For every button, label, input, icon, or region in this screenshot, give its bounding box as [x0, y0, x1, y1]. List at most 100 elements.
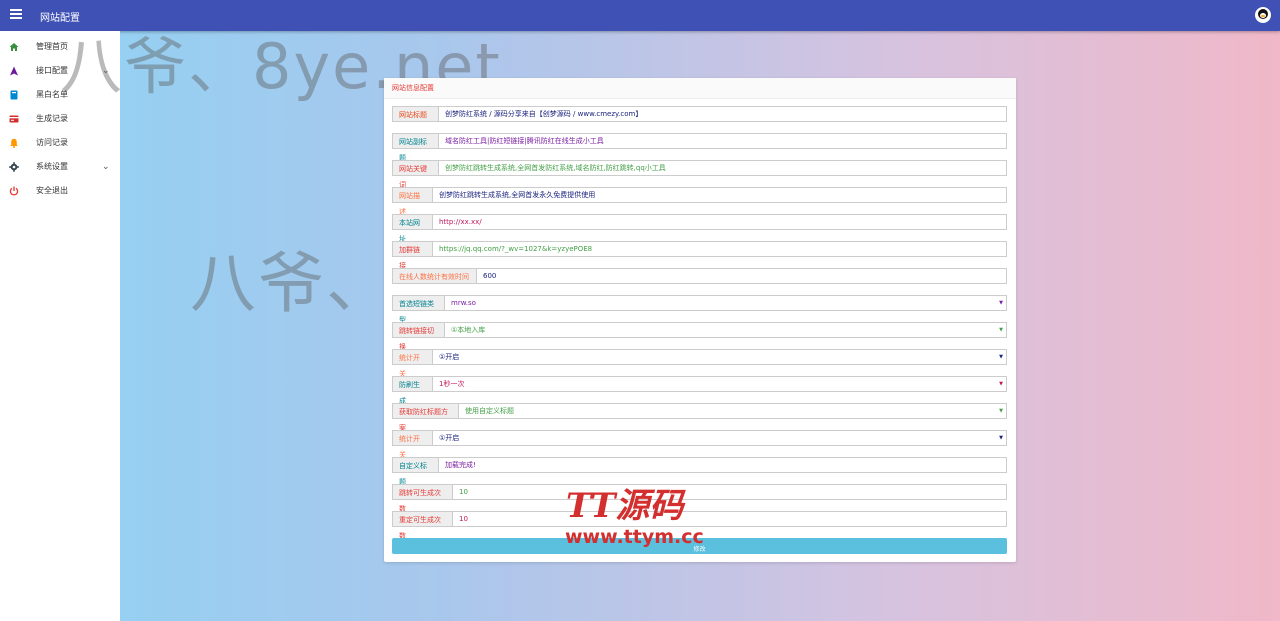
card-title: 网站信息配置 — [384, 78, 1016, 99]
select-field[interactable]: ①开启 ▼ — [432, 349, 1007, 365]
text-input[interactable]: 创梦防红跳转生成系统,全网首发防红系统,域名防红,防红跳转,qq小工具 — [438, 160, 1007, 176]
text-input[interactable]: https://jq.qq.com/?_wv=1027&k=yzyePOE8 — [432, 241, 1007, 257]
form-row: 网站关键词 创梦防红跳转生成系统,全网首发防红系统,域名防红,防红跳转,qq小工具 — [392, 160, 1007, 189]
text-input[interactable]: 创梦防红系统 / 源码分享来自【创梦源码 / www.cmezy.com】 — [438, 106, 1007, 122]
top-app-bar: 网站配置 — [0, 0, 1280, 31]
field-value: 1秒一次 — [439, 380, 465, 388]
power-icon — [9, 186, 19, 196]
sidebar-item-label: 系统设置 — [36, 162, 68, 171]
select-field[interactable]: ①本地入库 ▼ — [444, 322, 1007, 338]
brand-url: www.ttym.cc — [565, 526, 704, 548]
dropdown-caret-icon[interactable]: ▼ — [999, 431, 1003, 445]
field-value: ①开启 — [439, 434, 460, 442]
dropdown-caret-icon[interactable]: ▼ — [999, 323, 1003, 337]
form-row: 跳转链接切换 ①本地入库 ▼ — [392, 322, 1007, 351]
field-label: 在线人数统计有效时间 — [392, 268, 476, 284]
menu-icon[interactable] — [10, 9, 22, 19]
sidebar-item-api-config[interactable]: 接口配置 ⌄ — [0, 59, 120, 83]
field-value: 域名防红工具|防红短链接|腾讯防红在线生成小工具 — [445, 137, 604, 145]
field-label: 网站描述 — [392, 187, 432, 216]
field-label: 自定义标题 — [392, 457, 438, 486]
field-label: 跳转链接切换 — [392, 322, 444, 351]
field-value: 创梦防红跳转生成系统,全网首发永久免费提供使用 — [439, 191, 596, 199]
form-row: 加群链接 https://jq.qq.com/?_wv=1027&k=yzyePO… — [392, 241, 1007, 270]
dropdown-caret-icon[interactable]: ▼ — [999, 350, 1003, 364]
field-label: 获取防红标题方案 — [392, 403, 458, 432]
field-value: 使用自定义标题 — [465, 407, 514, 415]
brand-logo: TT源码 — [566, 486, 684, 526]
form-row: 自定义标题 加载完成! — [392, 457, 1007, 486]
site-config-card: 网站信息配置 网站标题 创梦防红系统 / 源码分享来自【创梦源码 / www.cm… — [384, 78, 1016, 562]
sidebar-item-home[interactable]: 管理首页 — [0, 35, 120, 59]
form-row: 获取防红标题方案 使用自定义标题 ▼ — [392, 403, 1007, 432]
qq-penguin-icon[interactable] — [1255, 7, 1271, 23]
field-label: 重定可生成次数 — [392, 511, 452, 540]
field-label: 本站网址 — [392, 214, 432, 243]
field-value: 600 — [483, 272, 497, 280]
dropdown-caret-icon[interactable]: ▼ — [999, 296, 1003, 310]
page-title: 网站配置 — [40, 13, 80, 24]
text-input[interactable]: 域名防红工具|防红短链接|腾讯防红在线生成小工具 — [438, 133, 1007, 149]
field-value: 10 — [459, 488, 468, 496]
sidebar-item-blacklist[interactable]: 黑白名单 — [0, 83, 120, 107]
form-row: 重定可生成次数 10 — [392, 511, 1007, 540]
field-value: 10 — [459, 515, 468, 523]
field-value: mrw.so — [451, 299, 476, 307]
field-label: 统计开关 — [392, 349, 432, 378]
field-label: 首选短链类型 — [392, 295, 444, 324]
form-row: 本站网址 http://xx.xx/ — [392, 214, 1007, 243]
text-input[interactable]: 加载完成! — [438, 457, 1007, 473]
field-label: 网站副标题 — [392, 133, 438, 162]
sidebar-item-generate-log[interactable]: 生成记录 — [0, 107, 120, 131]
sidebar-item-label: 安全退出 — [36, 186, 68, 195]
card-icon — [9, 115, 19, 123]
navigation-arrow-icon — [10, 66, 18, 76]
dropdown-caret-icon[interactable]: ▼ — [999, 404, 1003, 418]
field-value: ①本地入库 — [451, 326, 486, 334]
home-icon — [9, 43, 19, 51]
sidebar-item-label: 接口配置 — [36, 66, 68, 75]
form-row: 在线人数统计有效时间 600 — [392, 268, 1007, 284]
form-row: 统计开关 ①开启 ▼ — [392, 349, 1007, 378]
text-input[interactable]: 创梦防红跳转生成系统,全网首发永久免费提供使用 — [432, 187, 1007, 203]
field-label: 网站关键词 — [392, 160, 438, 189]
sidebar-item-label: 黑白名单 — [36, 90, 68, 99]
sidebar: 管理首页 接口配置 ⌄ 黑白名单 生成记录 访问记录 系统设置 ⌄ 安全退出 — [0, 31, 120, 621]
select-field[interactable]: 1秒一次 ▼ — [432, 376, 1007, 392]
text-input[interactable]: http://xx.xx/ — [432, 214, 1007, 230]
sidebar-item-logout[interactable]: 安全退出 — [0, 179, 120, 203]
chevron-down-icon[interactable]: ⌄ — [102, 155, 110, 179]
field-label: 防刷生成 — [392, 376, 432, 405]
select-field[interactable]: mrw.so ▼ — [444, 295, 1007, 311]
sidebar-item-visit-log[interactable]: 访问记录 — [0, 131, 120, 155]
sidebar-item-label: 生成记录 — [36, 114, 68, 123]
field-value: 创梦防红系统 / 源码分享来自【创梦源码 / www.cmezy.com】 — [445, 110, 643, 118]
field-label: 加群链接 — [392, 241, 432, 270]
book-icon — [10, 90, 18, 100]
text-input[interactable]: 10 — [452, 484, 1007, 500]
form-row: 网站描述 创梦防红跳转生成系统,全网首发永久免费提供使用 — [392, 187, 1007, 216]
field-value: https://jq.qq.com/?_wv=1027&k=yzyePOE8 — [439, 245, 593, 253]
field-label: 网站标题 — [392, 106, 438, 122]
form-row: 跳转可生成次数 10 — [392, 484, 1007, 513]
bell-icon — [10, 138, 18, 148]
form-row: 网站标题 创梦防红系统 / 源码分享来自【创梦源码 / www.cmezy.com… — [392, 106, 1007, 122]
dropdown-caret-icon[interactable]: ▼ — [999, 377, 1003, 391]
field-value: 创梦防红跳转生成系统,全网首发防红系统,域名防红,防红跳转,qq小工具 — [445, 164, 666, 172]
field-label: 统计开关 — [392, 430, 432, 459]
field-value: ①开启 — [439, 353, 460, 361]
gear-icon — [9, 162, 19, 172]
select-field[interactable]: ①开启 ▼ — [432, 430, 1007, 446]
text-input[interactable]: 600 — [476, 268, 1007, 284]
select-field[interactable]: 使用自定义标题 ▼ — [458, 403, 1007, 419]
form-row: 防刷生成 1秒一次 ▼ — [392, 376, 1007, 405]
form-row: 首选短链类型 mrw.so ▼ — [392, 295, 1007, 324]
sidebar-item-system-settings[interactable]: 系统设置 ⌄ — [0, 155, 120, 179]
field-value: 加载完成! — [445, 461, 476, 469]
text-input[interactable]: 10 — [452, 511, 1007, 527]
form-row: 统计开关 ①开启 ▼ — [392, 430, 1007, 459]
form-row: 网站副标题 域名防红工具|防红短链接|腾讯防红在线生成小工具 — [392, 133, 1007, 162]
chevron-down-icon[interactable]: ⌄ — [102, 59, 110, 83]
field-value: http://xx.xx/ — [439, 218, 482, 226]
field-label: 跳转可生成次数 — [392, 484, 452, 513]
